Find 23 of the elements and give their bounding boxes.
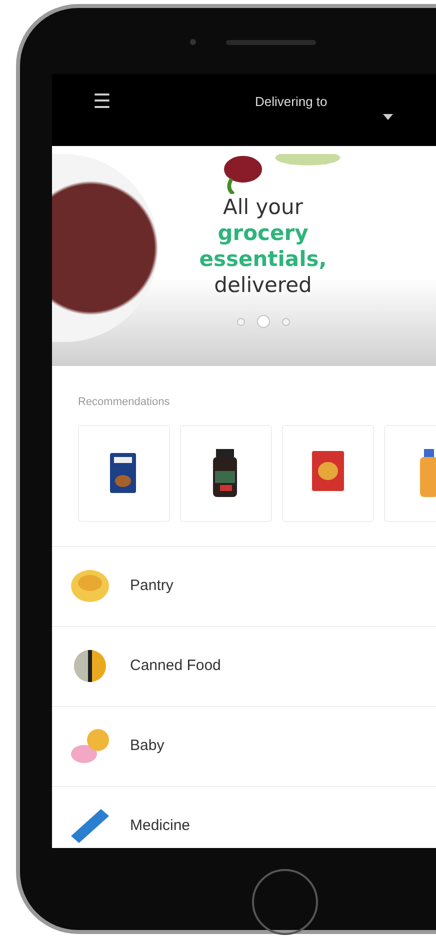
banner-text: grocery [218,220,308,246]
category-row[interactable]: Baby [52,706,436,786]
category-row[interactable]: Canned Food [52,626,436,706]
banner-text: All your [223,194,303,220]
product-card[interactable] [180,424,272,522]
category-row[interactable]: Pantry [52,546,436,626]
banner-text: delivered [214,272,312,298]
baby-icon [70,728,110,764]
carousel-dot[interactable] [282,318,288,324]
carousel-dot[interactable] [238,318,244,324]
banner-text: essentials, [199,246,327,272]
speaker-icon [226,40,316,44]
medicine-icon [70,808,110,844]
camera-icon [190,39,196,45]
header-title: Delivering to [255,93,328,111]
product-card[interactable] [78,424,170,522]
menu-icon[interactable]: ☰ [93,92,113,112]
pantry-icon [70,568,110,604]
section-title: Recommendations [78,395,171,410]
caret-icon[interactable] [383,114,394,120]
category-row[interactable]: Medicine [52,786,436,848]
home-button[interactable] [252,869,318,935]
carousel-dot[interactable] [258,316,268,327]
